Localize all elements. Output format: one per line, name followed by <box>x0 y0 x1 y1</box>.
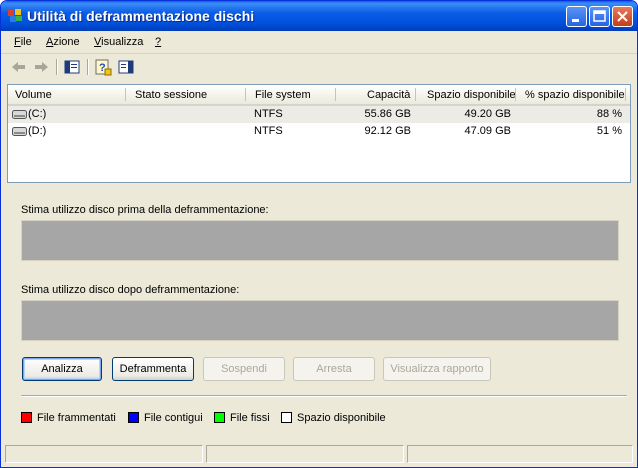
close-button[interactable] <box>612 6 633 27</box>
volume-free-space: 47.09 GB <box>464 125 511 137</box>
menu-bar: File Azione Visualizza ? <box>1 31 637 54</box>
column-divider[interactable] <box>625 88 626 101</box>
volume-file-system: NTFS <box>254 108 283 120</box>
menu-azione[interactable]: Azione <box>46 36 80 48</box>
status-pane <box>407 445 633 463</box>
volume-free-space: 49.20 GB <box>464 108 511 120</box>
column-divider[interactable] <box>125 88 126 101</box>
title-bar[interactable]: Utilità di deframmentazione dischi <box>1 1 637 31</box>
menu-file[interactable]: File <box>14 36 32 48</box>
analyze-button[interactable]: Analizza <box>22 357 102 381</box>
volume-list-header: Volume Stato sessione File system Capaci… <box>8 85 630 106</box>
maximize-button[interactable] <box>589 6 610 27</box>
volume-row-d[interactable]: (D:) NTFS 92.12 GB 47.09 GB 51 % <box>8 123 630 140</box>
legend-fragmented-label: File frammentati <box>37 412 116 424</box>
volume-free-percent: 88 % <box>596 108 622 120</box>
column-divider[interactable] <box>245 88 246 101</box>
status-bar <box>1 439 637 467</box>
legend-contiguous-label: File contigui <box>144 412 203 424</box>
hard-drive-icon <box>12 110 27 119</box>
estimate-before-label: Stima utilizzo disco prima della deframm… <box>21 204 269 216</box>
toolbar-separator <box>56 59 58 75</box>
column-free-percent[interactable]: % spazio disponibile <box>525 89 625 101</box>
close-icon <box>617 11 628 22</box>
stop-button[interactable]: Arresta <box>293 357 375 381</box>
window-title: Utilità di deframmentazione dischi <box>27 8 255 24</box>
volume-name: (C:) <box>28 108 47 120</box>
pause-button[interactable]: Sospendi <box>203 357 285 381</box>
toolbar-separator <box>87 59 89 75</box>
column-capacity[interactable]: Capacità <box>367 89 410 101</box>
toolbar: ? <box>1 54 637 79</box>
minimize-icon <box>572 19 579 22</box>
volume-name: (D:) <box>28 125 47 137</box>
column-file-system[interactable]: File system <box>255 89 311 101</box>
defrag-window: Utilità di deframmentazione dischi File … <box>0 0 638 468</box>
back-arrow-icon[interactable] <box>9 57 29 77</box>
column-divider[interactable] <box>335 88 336 101</box>
defragment-button[interactable]: Deframmenta <box>112 357 194 381</box>
legend-fragmented-swatch <box>21 412 32 423</box>
legend-free-space-swatch <box>281 412 292 423</box>
volume-free-percent: 51 % <box>596 125 622 137</box>
legend-free-space-label: Spazio disponibile <box>297 412 386 424</box>
maximize-icon <box>593 10 606 22</box>
menu-visualizza[interactable]: Visualizza <box>94 36 143 48</box>
column-divider[interactable] <box>415 88 416 101</box>
estimate-after-bar <box>21 300 619 341</box>
volume-capacity: 92.12 GB <box>364 125 411 137</box>
column-divider[interactable] <box>515 88 516 101</box>
view-report-button[interactable]: Visualizza rapporto <box>383 357 491 381</box>
estimate-after-label: Stima utilizzo disco dopo deframmentazio… <box>21 284 240 296</box>
forward-arrow-icon[interactable] <box>31 57 51 77</box>
status-pane <box>206 445 404 463</box>
minimize-button[interactable] <box>566 6 587 27</box>
defrag-app-icon <box>8 9 22 22</box>
legend-divider <box>21 395 627 397</box>
volume-row-c[interactable]: (C:) NTFS 55.86 GB 49.20 GB 88 % <box>8 106 630 123</box>
legend-contiguous-swatch <box>128 412 139 423</box>
menu-help[interactable]: ? <box>155 36 161 48</box>
column-session-status[interactable]: Stato sessione <box>135 89 207 101</box>
estimate-before-bar <box>21 220 619 261</box>
volume-file-system: NTFS <box>254 125 283 137</box>
hard-drive-icon <box>12 127 27 136</box>
show-hide-pane-icon[interactable] <box>116 57 136 77</box>
legend-unmovable-swatch <box>214 412 225 423</box>
column-free-space[interactable]: Spazio disponibile <box>427 89 516 101</box>
legend-unmovable-label: File fissi <box>230 412 270 424</box>
volume-list: Volume Stato sessione File system Capaci… <box>7 84 631 183</box>
help-icon[interactable]: ? <box>93 57 113 77</box>
console-tree-icon[interactable] <box>62 57 82 77</box>
volume-capacity: 55.86 GB <box>364 108 411 120</box>
status-pane <box>5 445 203 463</box>
column-volume[interactable]: Volume <box>15 89 52 101</box>
